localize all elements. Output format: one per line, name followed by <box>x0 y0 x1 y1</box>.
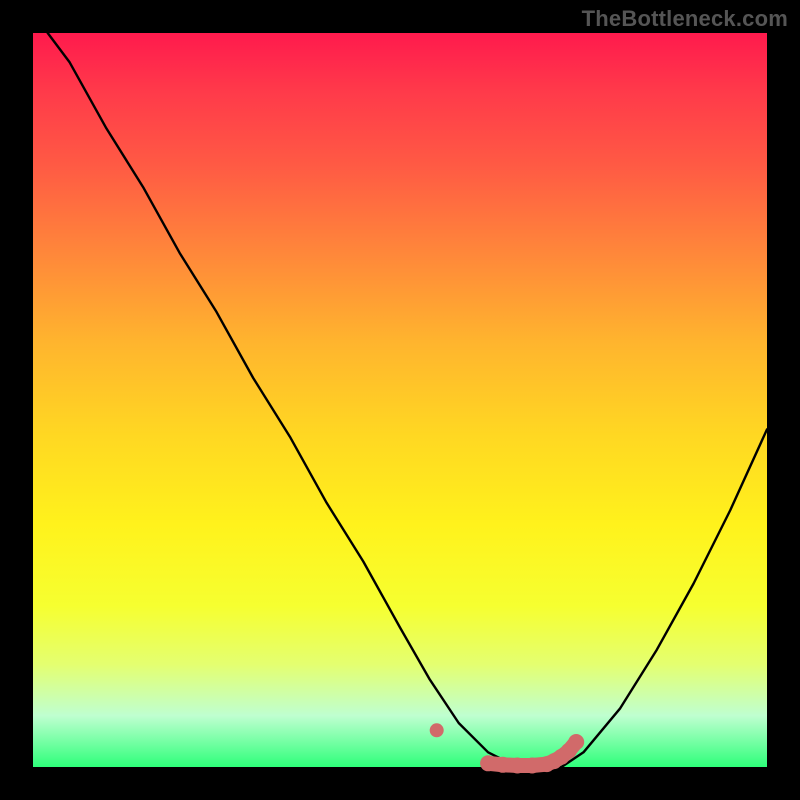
watermark-text: TheBottleneck.com <box>582 6 788 32</box>
plot-area <box>33 33 767 767</box>
highlight-dot <box>509 758 525 774</box>
curve-layer <box>33 33 767 767</box>
highlight-dot <box>568 734 584 750</box>
highlight-dot <box>495 757 511 773</box>
bottleneck-curve <box>48 33 767 767</box>
highlight-dot <box>480 755 496 771</box>
highlight-dot <box>430 723 444 737</box>
chart-frame: TheBottleneck.com <box>0 0 800 800</box>
highlight-dot <box>524 758 540 774</box>
